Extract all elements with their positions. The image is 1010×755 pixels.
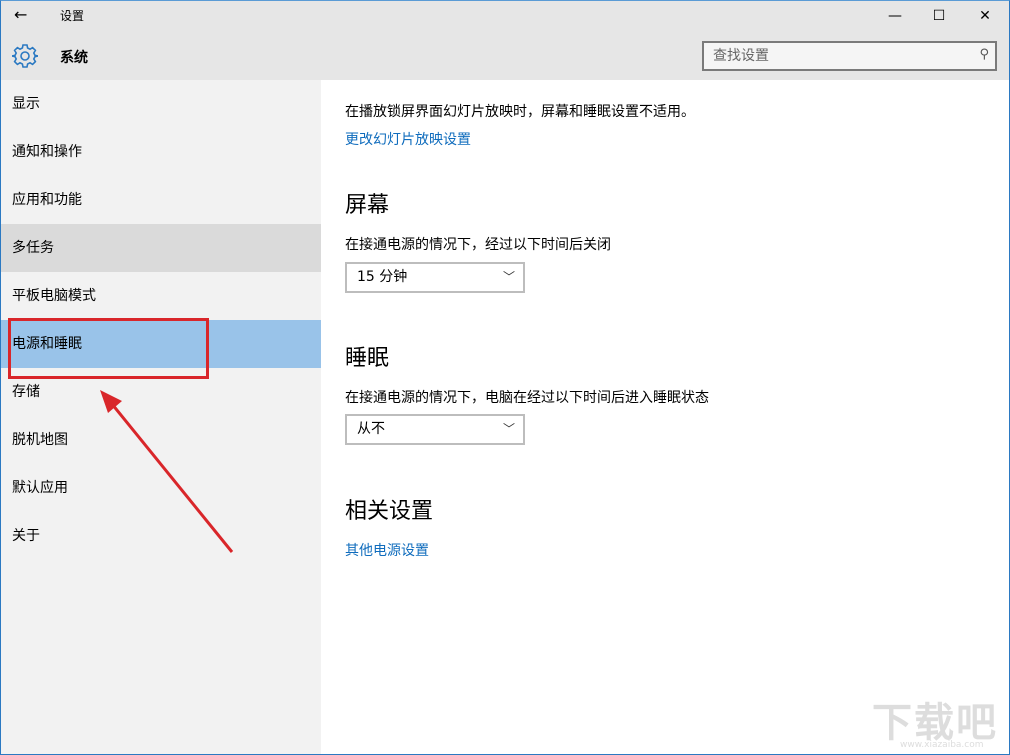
window-border [0, 0, 1010, 755]
